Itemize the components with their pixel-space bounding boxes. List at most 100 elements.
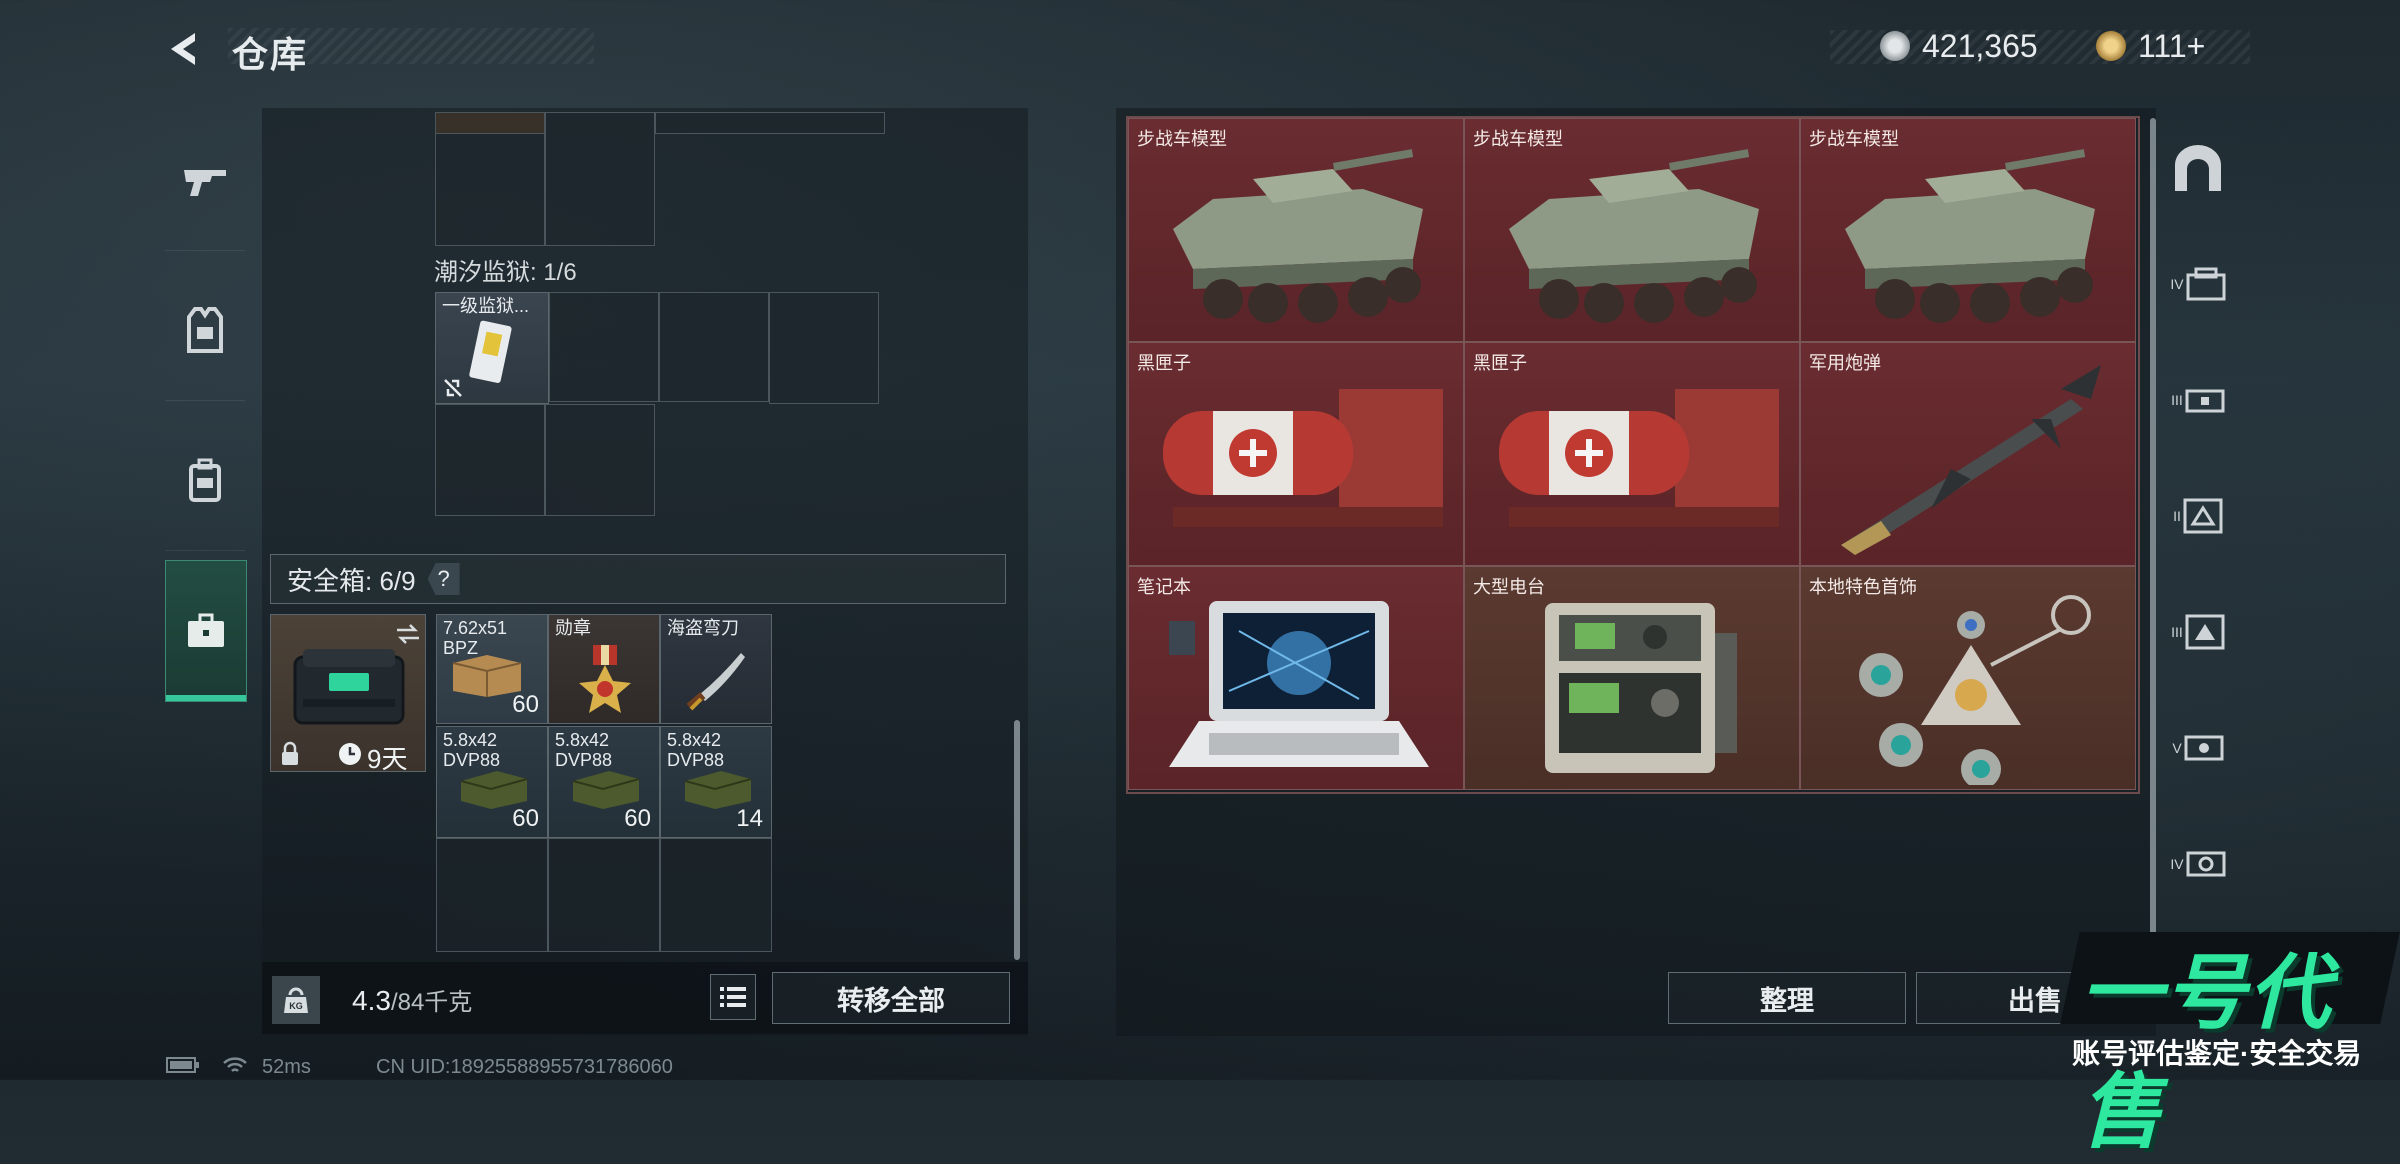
tier-label: III — [2171, 624, 2183, 640]
item-name: 5.8x42 DVP88 — [555, 730, 613, 770]
ifv-model-icon — [1173, 149, 1423, 323]
watermark-logo: 一号代售 — [2060, 924, 2400, 1158]
safe-item-ammo-762[interactable]: 7.62x51 BPZ 60 — [436, 614, 548, 724]
item-name: 黑匣子 — [1137, 353, 1191, 373]
safe-box-label: 安全箱: 6/9 — [287, 565, 416, 596]
item-count: 60 — [624, 805, 651, 832]
stash-item-large-radio[interactable]: 大型电台 — [1464, 566, 1800, 790]
stash-filter-tier-3-case[interactable]: III — [2166, 350, 2230, 450]
currency-1-value: 421,365 — [1922, 27, 2038, 64]
grid-slot[interactable] — [435, 404, 545, 516]
keycard-icon — [469, 320, 512, 383]
currency-2[interactable]: 111+ — [2096, 26, 2205, 66]
weight-icon: KG — [272, 976, 320, 1024]
ifv-model-icon — [1509, 149, 1759, 323]
category-backpack[interactable] — [165, 410, 245, 551]
tide-prison-label: 潮汐监狱: 1/6 — [434, 259, 577, 286]
list-view-button[interactable] — [710, 974, 756, 1020]
stash-filter-rail: IV III II III V IV — [2166, 118, 2230, 918]
weight-icon-label: KG — [289, 1001, 303, 1011]
silver-coin-icon — [1880, 31, 1910, 61]
safe-box-header: 安全箱: 6/9 ? — [270, 554, 1006, 604]
grid-slot[interactable] — [659, 292, 769, 402]
battery-indicator — [166, 1056, 200, 1079]
item-name: 勋章 — [555, 618, 591, 638]
safe-item-medal[interactable]: 勋章 — [548, 614, 660, 724]
gold-coin-icon — [2096, 31, 2126, 61]
stash-item-black-box-1[interactable]: 黑匣子 — [1128, 342, 1464, 566]
stash-filter-all[interactable] — [2166, 118, 2230, 218]
armor-vest-icon — [187, 307, 223, 353]
safe-item-ammo-58-b[interactable]: 5.8x42 DVP88 60 — [548, 726, 660, 838]
stash-filter-tier-4-case[interactable]: IV — [2166, 234, 2230, 334]
transfer-all-button[interactable]: 转移全部 — [772, 972, 1010, 1024]
uid-readout: CN UID:18925588955731786060 — [376, 1056, 673, 1078]
stash-scrollbar[interactable] — [2150, 118, 2156, 968]
sabre-icon — [686, 653, 745, 711]
item-name: 5.8x42 DVP88 — [443, 730, 501, 770]
grid-slot[interactable] — [655, 112, 885, 134]
back-button[interactable] — [160, 24, 210, 74]
category-safe-box[interactable] — [165, 560, 247, 702]
grid-slot[interactable] — [660, 838, 772, 952]
grid-slot[interactable] — [436, 838, 548, 952]
item-name: 黑匣子 — [1473, 353, 1527, 373]
ammo-box-icon — [452, 655, 522, 697]
swap-icon[interactable] — [395, 623, 421, 645]
backpack-scrollbar[interactable] — [1014, 720, 1020, 960]
weight-current: 4.3 — [352, 985, 391, 1016]
stash-filter-tier-4-box[interactable]: IV — [2166, 814, 2230, 914]
tier-4-box-icon — [2186, 851, 2226, 877]
currency-1: 421,365 — [1880, 26, 2038, 66]
grid-slot[interactable] — [545, 404, 655, 516]
stash-item-ifv-model-1[interactable]: 步战车模型 — [1128, 118, 1464, 342]
tier-5-box-icon — [2184, 735, 2224, 761]
back-arrow-icon — [171, 33, 195, 65]
stash-item-artillery-shell[interactable]: 军用炮弹 — [1800, 342, 2136, 566]
stash-filter-tier-2-case[interactable]: II — [2166, 466, 2230, 566]
black-box-icon — [1163, 389, 1443, 527]
item-count: 60 — [512, 805, 539, 832]
rifle-icon — [184, 170, 226, 196]
weight-max: /84千克 — [390, 989, 473, 1016]
item-name: 5.8x42 DVP88 — [667, 730, 725, 770]
stash-filter-tier-3-box[interactable]: III — [2166, 582, 2230, 682]
stash-item-local-jewelry[interactable]: 本地特色首饰 — [1800, 566, 2136, 790]
tier-2-case-icon — [2183, 498, 2223, 534]
safe-item-ammo-58-a[interactable]: 5.8x42 DVP88 60 — [436, 726, 548, 838]
missile-icon — [1841, 365, 2101, 555]
tier-label: IV — [2170, 856, 2184, 872]
prison-keycard-item[interactable]: 一级监狱... — [435, 292, 549, 404]
ifv-model-icon — [1845, 149, 2095, 323]
organize-button[interactable]: 整理 — [1668, 972, 1906, 1024]
safe-box-icon — [293, 649, 405, 725]
grid-slot[interactable] — [545, 112, 655, 246]
tier-3-case-icon — [2185, 389, 2225, 413]
tier-3-box-icon — [2185, 614, 2225, 650]
list-icon — [720, 987, 746, 1007]
stash-item-ifv-model-2[interactable]: 步战车模型 — [1464, 118, 1800, 342]
arch-icon — [2175, 145, 2221, 191]
grid-slot[interactable] — [548, 838, 660, 952]
black-box-icon — [1499, 389, 1779, 527]
grid-slot[interactable] — [769, 292, 879, 404]
clock-icon — [339, 743, 361, 765]
grid-slot-item-partial[interactable] — [435, 112, 545, 134]
lock-icon — [282, 741, 298, 765]
category-weapons[interactable] — [165, 110, 245, 251]
help-button[interactable]: ? — [427, 563, 460, 595]
safe-item-pirate-sabre[interactable]: 海盗弯刀 — [660, 614, 772, 724]
kettlebell-icon: KG — [284, 987, 308, 1013]
safe-item-ammo-58-c[interactable]: 5.8x42 DVP88 14 — [660, 726, 772, 838]
ping-readout: 52ms — [262, 1056, 311, 1078]
stash-filter-tier-5-box[interactable]: V — [2166, 698, 2230, 798]
item-name: 一级监狱... — [442, 296, 530, 316]
stash-item-laptop[interactable]: 笔记本 — [1128, 566, 1464, 790]
stash-item-ifv-model-3[interactable]: 步战车模型 — [1800, 118, 2136, 342]
grid-slot[interactable] — [549, 292, 659, 402]
safe-box-container[interactable]: 9天 — [270, 614, 426, 772]
stash-item-black-box-2[interactable]: 黑匣子 — [1464, 342, 1800, 566]
category-armor[interactable] — [165, 260, 245, 401]
unlinked-icon — [444, 379, 462, 397]
item-name: 海盗弯刀 — [667, 618, 739, 638]
